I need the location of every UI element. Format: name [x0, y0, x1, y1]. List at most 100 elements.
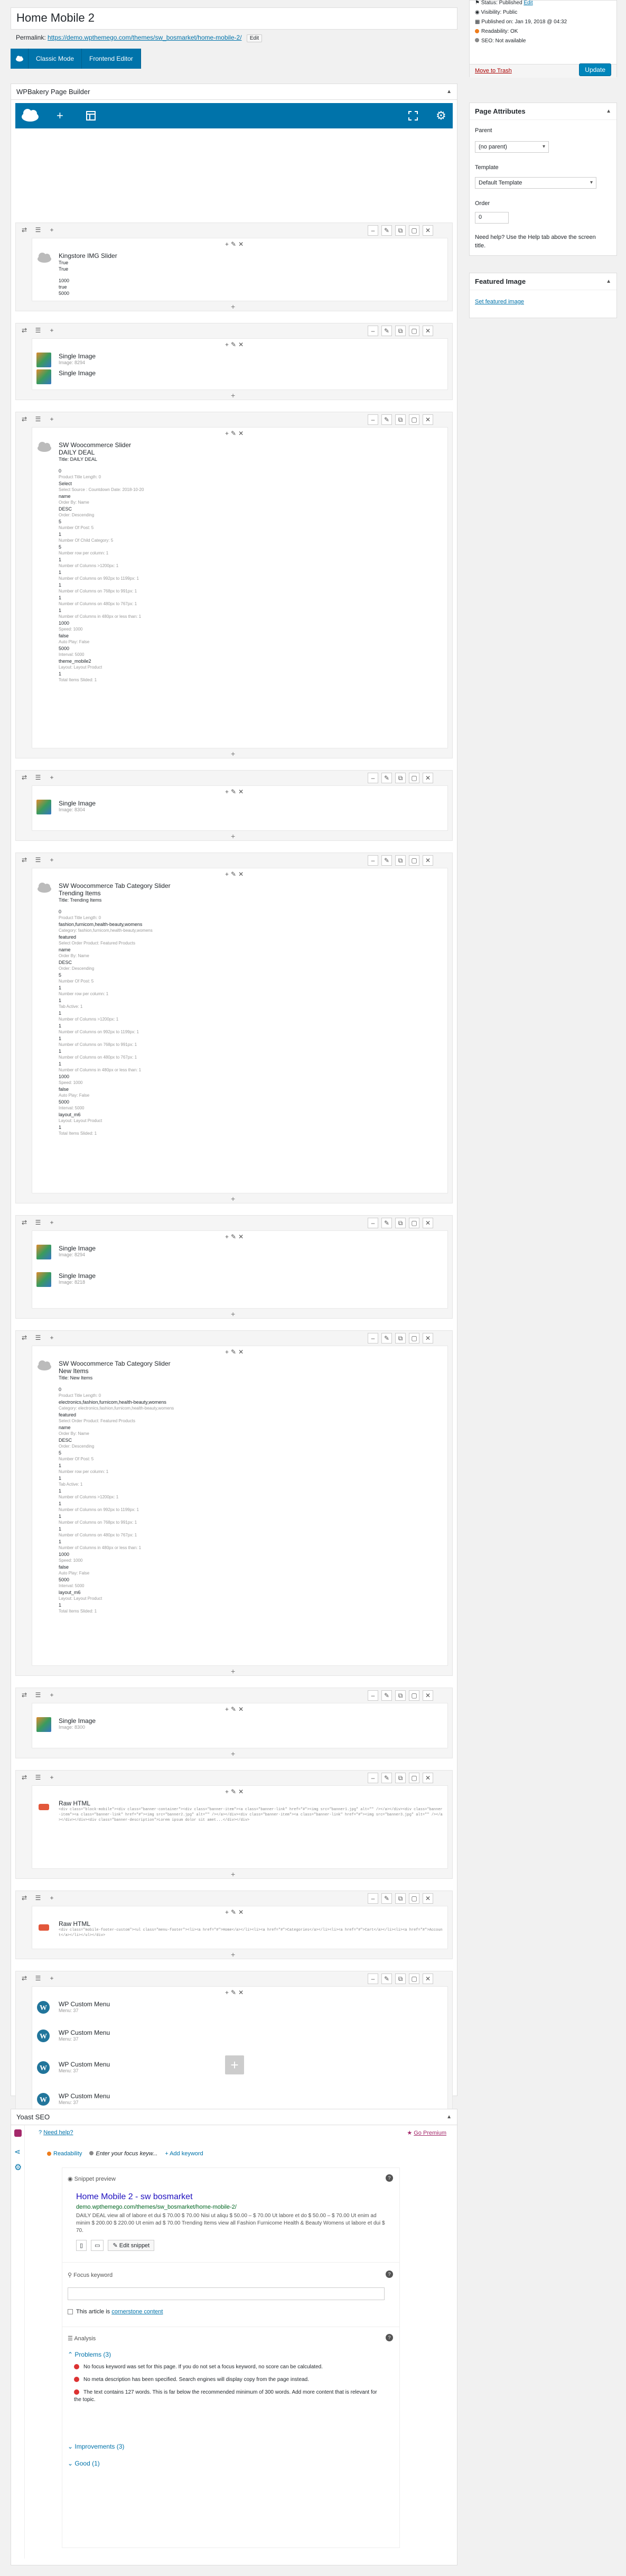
add-element-below-icon[interactable]: + [231, 1310, 235, 1318]
toggle-row-icon[interactable]: ▢ [409, 1893, 419, 1904]
builder-element[interactable]: Single Image [36, 369, 443, 384]
builder-element[interactable]: SW Woocommerce Tab Category Slider New It… [36, 1360, 443, 1615]
move-to-trash-link[interactable]: Move to Trash [475, 68, 512, 74]
row-layout-icon[interactable]: ☰ [33, 1333, 43, 1343]
clone-row-icon[interactable]: ⧉ [395, 1973, 406, 1984]
collapse-row-icon[interactable]: – [368, 1218, 378, 1228]
good-toggle[interactable]: ⌄ Good (1) [68, 2460, 100, 2467]
snippet-help-icon[interactable]: ? [386, 2174, 393, 2182]
builder-row[interactable]: ⇄ ☰ + – ✎ ⧉ ✕ ▢ +✎✕ Single Image Image: 8294 Single… [15, 323, 453, 400]
delete-row-icon[interactable]: ✕ [423, 326, 433, 336]
tab-readability[interactable]: Readability [47, 2151, 82, 2157]
snippet-title[interactable]: Home Mobile 2 - sw bosmarket [76, 2192, 193, 2202]
row-layout-icon[interactable]: ☰ [33, 1218, 43, 1228]
edit-row-icon[interactable]: ✎ [381, 855, 392, 866]
add-column-icon[interactable]: + [46, 1218, 57, 1228]
row-column[interactable]: +✎✕ Single Image Image: 8304 [32, 785, 448, 831]
add-column-icon[interactable]: + [46, 414, 57, 425]
collapse-row-icon[interactable]: – [368, 1893, 378, 1904]
page-builder-header[interactable]: WPBakery Page Builder ▲ [11, 84, 457, 100]
add-element-button[interactable]: + [225, 2055, 244, 2074]
drag-handle-icon[interactable]: ⇄ [19, 326, 30, 336]
set-featured-image-link[interactable]: Set featured image [475, 299, 524, 305]
add-element-below-icon[interactable]: + [231, 1749, 235, 1758]
add-column-icon[interactable]: + [46, 1893, 57, 1904]
delete-row-icon[interactable]: ✕ [423, 1690, 433, 1701]
status-edit-link[interactable]: Edit [524, 0, 532, 6]
add-element-icon[interactable]: + [57, 108, 63, 123]
delete-row-icon[interactable]: ✕ [423, 414, 433, 425]
row-column[interactable]: +✎✕ SW Woocommerce Slider DAILY DEAL Title:… [32, 427, 448, 748]
clone-row-icon[interactable]: ⧉ [395, 1690, 406, 1701]
builder-row[interactable]: ⇄ ☰ + – ✎ ⧉ ✕ ▢ +✎✕ Raw HTML <div class="mobile-fo… [15, 1891, 453, 1959]
toggle-row-icon[interactable]: ▢ [409, 1773, 419, 1783]
clone-row-icon[interactable]: ⧉ [395, 1773, 406, 1783]
delete-row-icon[interactable]: ✕ [423, 773, 433, 783]
column-controls[interactable]: +✎✕ [225, 870, 246, 878]
collapse-row-icon[interactable]: – [368, 1333, 378, 1343]
add-column-icon[interactable]: + [46, 855, 57, 866]
builder-row[interactable]: ⇄ ☰ + – ✎ ⧉ ✕ ▢ +✎✕ Single Image Image: 8304 + [15, 770, 453, 841]
delete-row-icon[interactable]: ✕ [423, 855, 433, 866]
go-premium-link[interactable]: Go Premium [414, 2130, 446, 2136]
row-layout-icon[interactable]: ☰ [33, 1773, 43, 1783]
row-layout-icon[interactable]: ☰ [33, 1893, 43, 1904]
builder-element[interactable]: Raw HTML <div class="mobile-footer-custom… [36, 1920, 443, 1938]
toggle-row-icon[interactable]: ▢ [409, 855, 419, 866]
delete-row-icon[interactable]: ✕ [423, 1218, 433, 1228]
column-controls[interactable]: +✎✕ [225, 1989, 246, 1996]
builder-row[interactable]: ⇄ ☰ + – ✎ ⧉ ✕ ▢ +✎✕ Single Image Image: 8300 + [15, 1688, 453, 1758]
yoast-settings-gear-icon[interactable]: ⚙ [14, 2162, 22, 2173]
focus-help-icon[interactable]: ? [386, 2271, 393, 2278]
row-column[interactable]: +✎✕ Raw HTML <div class="block-mobile"><di… [32, 1785, 448, 1869]
mobile-preview-icon[interactable]: ▯ [76, 2240, 87, 2251]
edit-row-icon[interactable]: ✎ [381, 1973, 392, 1984]
clone-row-icon[interactable]: ⧉ [395, 1218, 406, 1228]
drag-handle-icon[interactable]: ⇄ [19, 1218, 30, 1228]
templates-icon[interactable] [86, 108, 96, 124]
drag-handle-icon[interactable]: ⇄ [19, 773, 30, 783]
collapse-row-icon[interactable]: – [368, 855, 378, 866]
drag-handle-icon[interactable]: ⇄ [19, 414, 30, 425]
row-layout-icon[interactable]: ☰ [33, 326, 43, 336]
builder-element[interactable]: Single Image Image: 8300 [36, 1717, 443, 1732]
toggle-row-icon[interactable]: ▢ [409, 1333, 419, 1343]
update-button[interactable]: Update [579, 63, 611, 76]
improvements-toggle[interactable]: ⌄ Improvements (3) [68, 2443, 124, 2450]
row-layout-icon[interactable]: ☰ [33, 773, 43, 783]
edit-row-icon[interactable]: ✎ [381, 1333, 392, 1343]
column-controls[interactable]: +✎✕ [225, 1348, 246, 1356]
permalink-edit-button[interactable]: Edit [246, 34, 263, 42]
add-column-icon[interactable]: + [46, 225, 57, 236]
collapse-row-icon[interactable]: – [368, 326, 378, 336]
column-controls[interactable]: +✎✕ [225, 1233, 246, 1240]
row-column[interactable]: +✎✕ SW Woocommerce Tab Category Slider Tre… [32, 868, 448, 1193]
edit-row-icon[interactable]: ✎ [381, 1773, 392, 1783]
builder-row[interactable]: ⇄ ☰ + – ✎ ⧉ ✕ ▢ +✎✕ Kingstore IMG Slider True True 1… [15, 223, 453, 311]
builder-element[interactable]: SW Woocommerce Tab Category Slider Trendi… [36, 882, 443, 1137]
edit-row-icon[interactable]: ✎ [381, 1690, 392, 1701]
collapse-row-icon[interactable]: – [368, 1773, 378, 1783]
delete-row-icon[interactable]: ✕ [423, 225, 433, 236]
collapse-row-icon[interactable]: – [368, 1690, 378, 1701]
builder-element[interactable]: Single Image Image: 8304 [36, 800, 443, 814]
column-controls[interactable]: +✎✕ [225, 788, 246, 795]
builder-element[interactable]: W WP Custom Menu Menu: 37 [36, 2000, 443, 2014]
edit-row-icon[interactable]: ✎ [381, 225, 392, 236]
builder-row[interactable]: ⇄ ☰ + – ✎ ⧉ ✕ ▢ +✎✕ Raw HTML <div class="block-mob… [15, 1770, 453, 1879]
cornerstone-link[interactable]: cornerstone content [111, 2309, 163, 2315]
clone-row-icon[interactable]: ⧉ [395, 225, 406, 236]
builder-element[interactable]: Single Image Image: 8218 [36, 1272, 443, 1287]
classic-mode-button[interactable]: Classic Mode [29, 49, 82, 69]
drag-handle-icon[interactable]: ⇄ [19, 1773, 30, 1783]
collapse-caret-icon[interactable]: ▲ [606, 103, 611, 120]
settings-gear-icon[interactable]: ⚙ [436, 108, 446, 123]
featured-image-header[interactable]: Featured Image ▲ [470, 273, 616, 290]
row-layout-icon[interactable]: ☰ [33, 225, 43, 236]
add-element-below-icon[interactable]: + [231, 1870, 235, 1878]
add-column-icon[interactable]: + [46, 1333, 57, 1343]
desktop-preview-icon[interactable]: ▭ [91, 2240, 104, 2251]
add-element-below-icon[interactable]: + [231, 1950, 235, 1959]
toggle-row-icon[interactable]: ▢ [409, 414, 419, 425]
drag-handle-icon[interactable]: ⇄ [19, 855, 30, 866]
